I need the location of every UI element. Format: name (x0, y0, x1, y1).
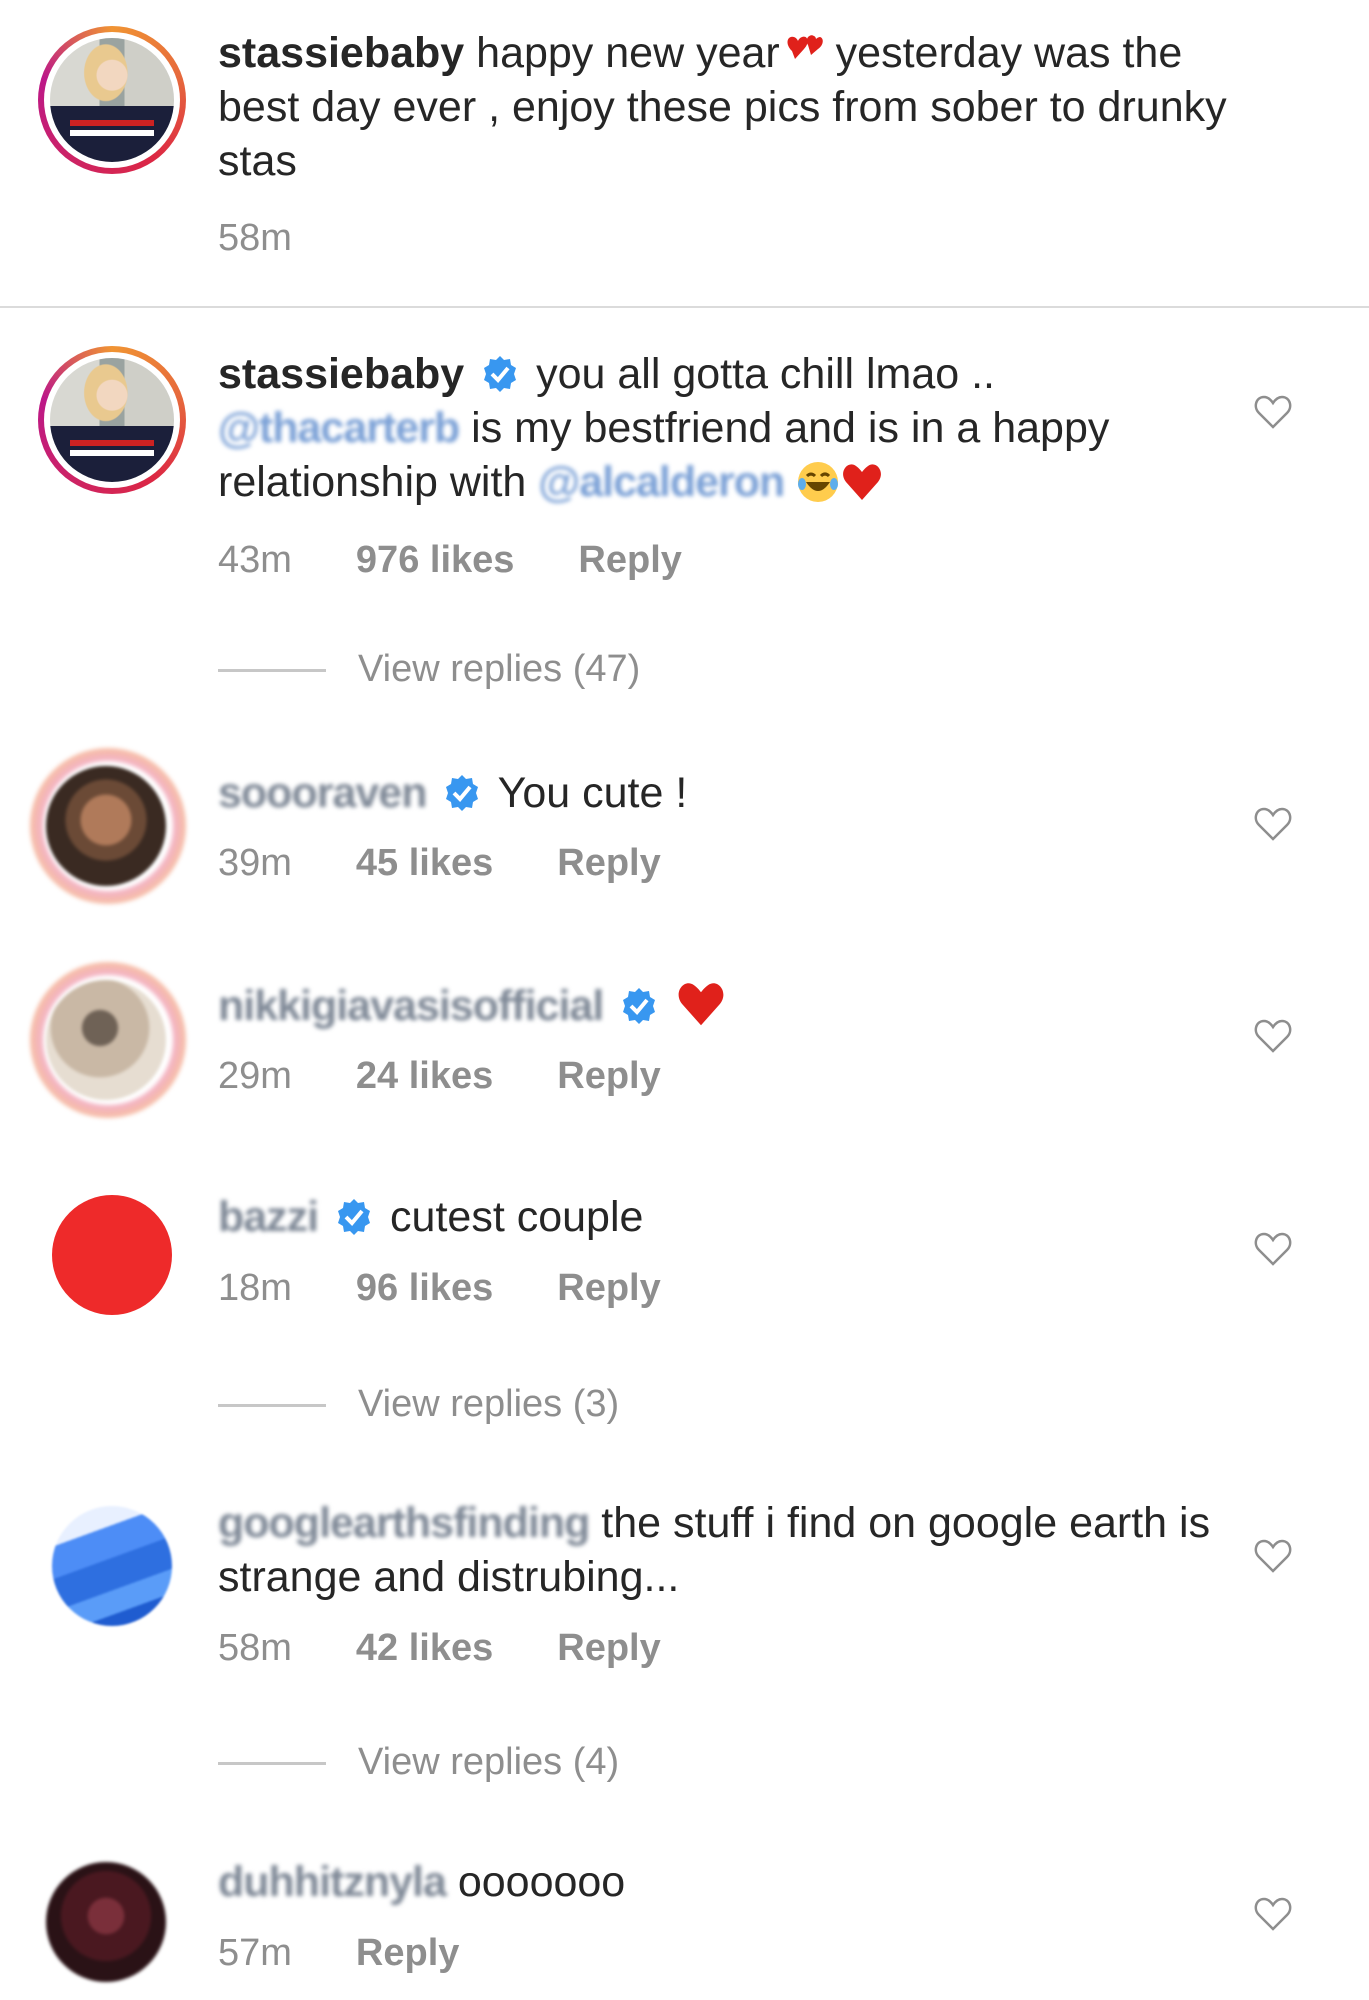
mention-link[interactable]: @alcalderon (538, 455, 785, 509)
comment-avatar[interactable] (52, 1506, 172, 1626)
two-hearts-emoji (787, 35, 823, 59)
comment-avatar[interactable] (46, 1862, 166, 1982)
comment-text: nikkigiavasisofficial (218, 978, 1218, 1033)
comment-text: stassiebaby you all gotta chill lmao .. … (218, 347, 1218, 509)
tears-of-joy-emoji (798, 462, 839, 502)
comment-avatar[interactable] (46, 980, 166, 1100)
comment-time: 57m (218, 1932, 292, 1974)
heart-outline-icon[interactable] (1253, 1536, 1293, 1576)
comment-time: 58m (218, 1627, 292, 1669)
caption-username[interactable]: stassiebaby (218, 29, 464, 77)
comment-meta: 43m 976 likes Reply (218, 537, 682, 583)
verified-badge-icon (623, 988, 656, 1024)
mention-link[interactable]: @thacarterb (218, 401, 460, 455)
comment-time: 18m (218, 1267, 292, 1309)
heart-outline-icon[interactable] (1253, 392, 1293, 432)
comment-meta: 57m Reply (218, 1930, 459, 1976)
caption-time: 58m (218, 217, 292, 259)
comment-meta: 58m 42 likes Reply (218, 1625, 661, 1671)
red-heart-emoji (678, 983, 724, 1026)
comment-time: 29m (218, 1055, 292, 1097)
comment-time: 39m (218, 842, 292, 884)
heart-outline-icon[interactable] (1253, 1016, 1293, 1056)
comment-text-a: you all gotta chill lmao .. (524, 350, 995, 398)
comment-username[interactable]: duhhitznyla (218, 1855, 447, 1909)
comment-meta: 39m 45 likes Reply (218, 840, 661, 886)
reply-button[interactable]: Reply (578, 537, 681, 583)
comment-text-body: cutest couple (378, 1193, 644, 1241)
red-heart-emoji (843, 464, 882, 500)
comment-meta: 18m 96 likes Reply (218, 1265, 661, 1311)
comment-text: googlearthsfinding the stuff i find on g… (218, 1496, 1218, 1604)
comment-username[interactable]: googlearthsfinding (218, 1496, 590, 1550)
comment-avatar[interactable] (38, 346, 186, 494)
verified-badge-icon (484, 356, 517, 392)
comment-username[interactable]: nikkigiavasisofficial (218, 979, 604, 1033)
comment-meta: 29m 24 likes Reply (218, 1053, 661, 1099)
verified-badge-icon (446, 775, 479, 811)
comment-username[interactable]: bazzi (218, 1190, 319, 1244)
comment-avatar[interactable] (52, 1195, 172, 1315)
reply-button[interactable]: Reply (557, 1265, 660, 1311)
comment-avatar[interactable] (46, 766, 166, 886)
view-replies-label[interactable]: View replies (3) (358, 1383, 619, 1425)
heart-outline-icon[interactable] (1253, 1229, 1293, 1269)
comment-username[interactable]: soooraven (218, 766, 427, 820)
view-replies-label[interactable]: View replies (4) (358, 1741, 619, 1783)
caption-avatar[interactable] (38, 26, 186, 174)
verified-badge-icon (338, 1199, 371, 1235)
likes-count[interactable]: 45 likes (356, 840, 493, 886)
reply-button[interactable]: Reply (356, 1930, 459, 1976)
comment-text-body: ooooooo (445, 1858, 626, 1906)
heart-outline-icon[interactable] (1253, 804, 1293, 844)
comment-text-body: You cute ! (486, 769, 688, 817)
view-replies-button[interactable]: View replies (3) (218, 1383, 619, 1426)
view-replies-button[interactable]: View replies (4) (218, 1741, 619, 1784)
reply-button[interactable]: Reply (557, 840, 660, 886)
comment-text: bazzi cutest couple (218, 1190, 1218, 1244)
caption-text: stassiebaby happy new year yesterday was… (218, 26, 1258, 188)
view-replies-button[interactable]: View replies (47) (218, 648, 640, 691)
reply-button[interactable]: Reply (557, 1625, 660, 1671)
view-replies-label[interactable]: View replies (47) (358, 648, 640, 690)
reply-button[interactable]: Reply (557, 1053, 660, 1099)
caption-text-part1: happy new year (464, 29, 780, 77)
caption-meta: 58m (218, 215, 292, 261)
likes-count[interactable]: 24 likes (356, 1053, 493, 1099)
likes-count[interactable]: 96 likes (356, 1265, 493, 1311)
comment-text: duhhitznyla ooooooo (218, 1855, 1218, 1909)
heart-outline-icon[interactable] (1253, 1894, 1293, 1934)
post-caption: stassiebaby happy new year yesterday was… (0, 0, 1369, 306)
comment-time: 43m (218, 539, 292, 581)
comment-text: soooraven You cute ! (218, 766, 1218, 820)
caption-divider (0, 306, 1369, 308)
likes-count[interactable]: 42 likes (356, 1625, 493, 1671)
likes-count[interactable]: 976 likes (356, 537, 514, 583)
comment-username[interactable]: stassiebaby (218, 350, 464, 398)
